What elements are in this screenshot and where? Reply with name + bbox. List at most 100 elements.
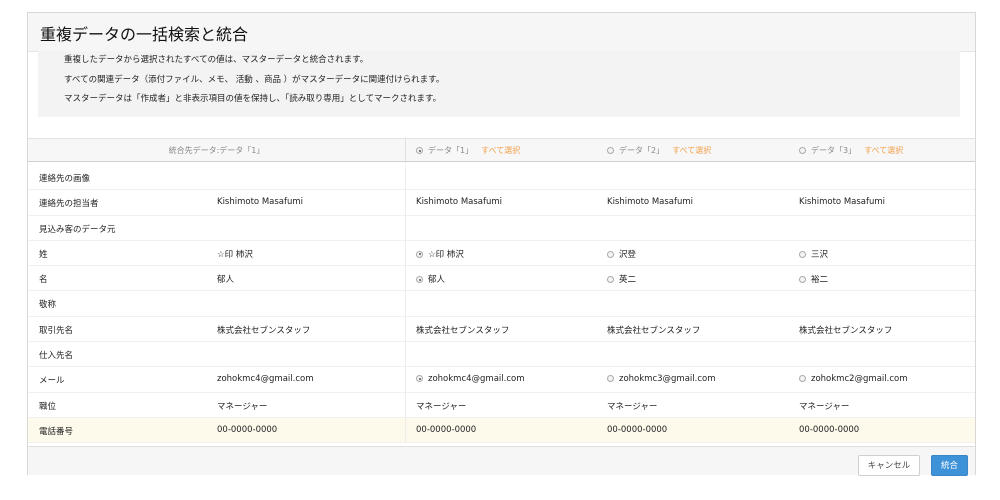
- column-divider: [405, 392, 406, 417]
- field-label: 連絡先の画像: [39, 174, 91, 184]
- merged-column-header: 統合先データ:データ「1」: [168, 146, 265, 155]
- cancel-button[interactable]: キャンセル: [858, 455, 920, 476]
- value-radio[interactable]: [416, 276, 423, 284]
- column-divider: [405, 342, 406, 367]
- record-2-radio[interactable]: [607, 147, 614, 154]
- record-1-label: データ「1」: [428, 146, 474, 155]
- column-divider: [405, 190, 406, 215]
- record-3-header: データ「3」 すべて選択: [799, 145, 903, 156]
- field-row: 連絡先の担当者 Kishimoto Masafumi Kishimoto Masaf…: [28, 190, 975, 216]
- record-2-value[interactable]: zohokmc3@gmail.com: [607, 374, 716, 384]
- value-radio[interactable]: [799, 250, 806, 258]
- field-label: 見込み客のデータ元: [39, 224, 116, 235]
- record-2-value: 00-0000-0000: [607, 425, 667, 435]
- record-3-value[interactable]: zohokmc2@gmail.com: [799, 374, 908, 384]
- record-1-value[interactable]: zohokmc4@gmail.com: [416, 374, 525, 384]
- record-1-value[interactable]: 郁人: [416, 273, 445, 285]
- value-radio[interactable]: [416, 375, 423, 383]
- record-3-value: マネージャー: [799, 400, 849, 412]
- value-text: 00-0000-0000: [799, 424, 860, 435]
- field-row: 姓 ☆印 柿沢 ☆印 柿沢 沢登 三沢: [28, 240, 975, 267]
- merge-notice-box: 重複したデータから選択されたすべての値は、マスターデータと統合されます。 すべて…: [38, 51, 960, 117]
- field-label: 姓: [39, 249, 48, 260]
- value-text: 株式会社セブンスタッフ: [416, 325, 510, 336]
- value-text: マネージャー: [607, 401, 658, 412]
- select-all-record-3-link[interactable]: すべて選択: [864, 146, 903, 155]
- column-divider: [405, 139, 406, 163]
- value-radio[interactable]: [607, 250, 614, 258]
- value-text: 株式会社セブンスタッフ: [607, 325, 701, 336]
- notice-line: マスターデータは「作成者」と非表示項目の値を保持し、「読み取り専用」としてマーク…: [64, 94, 442, 104]
- field-label: 職位: [39, 401, 57, 412]
- value-text: 郁人: [428, 275, 446, 286]
- merged-value: 00-0000-0000: [217, 424, 278, 435]
- value-text: zohokmc3@gmail.com: [619, 374, 716, 385]
- column-divider: [405, 291, 406, 316]
- value-text: 00-0000-0000: [416, 424, 477, 435]
- record-3-value: Kishimoto Masafumi: [799, 197, 885, 207]
- record-2-header: データ「2」 すべて選択: [607, 145, 711, 156]
- value-text: Kishimoto Masafumi: [607, 197, 694, 208]
- value-text: ☆印 柿沢: [428, 249, 464, 260]
- select-all-record-2-link[interactable]: すべて選択: [672, 146, 711, 155]
- merged-value: ☆印 柿沢: [217, 249, 253, 260]
- record-3-value[interactable]: 裕二: [799, 273, 828, 285]
- value-text: zohokmc4@gmail.com: [428, 374, 525, 385]
- record-3-value[interactable]: 三沢: [799, 248, 828, 260]
- field-row: 名 郁人 郁人 英二 裕二: [28, 266, 975, 292]
- field-label: 電話番号: [39, 426, 74, 437]
- value-text: Kishimoto Masafumi: [799, 197, 886, 208]
- record-1-value: Kishimoto Masafumi: [416, 197, 502, 207]
- record-3-radio[interactable]: [799, 147, 806, 154]
- column-divider: [405, 417, 406, 443]
- notice-line: すべての関連データ（添付ファイル、メモ、 活動 、商品 ）がマスターデータに関連…: [64, 75, 445, 85]
- column-divider: [405, 215, 406, 240]
- field-row: 電話番号 00-0000-0000 00-0000-0000 00-0000-0000…: [28, 417, 975, 444]
- column-divider: [405, 240, 406, 266]
- value-radio[interactable]: [607, 276, 614, 284]
- select-all-record-1-link[interactable]: すべて選択: [481, 146, 520, 155]
- dialog-title: 重複データの一括検索と統合: [40, 25, 249, 44]
- field-rows: 連絡先の画像連絡先の担当者 Kishimoto Masafumi Kishimoto…: [28, 165, 975, 444]
- value-text: zohokmc2@gmail.com: [811, 374, 908, 385]
- record-2-value: 株式会社セブンスタッフ: [607, 324, 700, 336]
- record-1-radio[interactable]: [416, 147, 423, 154]
- value-radio[interactable]: [416, 250, 423, 258]
- column-divider: [405, 316, 406, 342]
- merge-button[interactable]: 統合: [931, 455, 968, 476]
- record-1-value: 00-0000-0000: [416, 425, 476, 435]
- record-1-value: 株式会社セブンスタッフ: [416, 324, 509, 336]
- field-row: 仕入先名: [28, 342, 975, 368]
- field-label: 取引先名: [39, 325, 74, 336]
- record-2-label: データ「2」: [619, 146, 665, 155]
- merge-duplicates-dialog: 重複データの一括検索と統合 重複したデータから選択されたすべての値は、マスターデ…: [27, 12, 976, 476]
- record-2-value: マネージャー: [607, 400, 657, 412]
- merged-value: zohokmc4@gmail.com: [217, 374, 314, 385]
- record-3-value: 株式会社セブンスタッフ: [799, 324, 892, 336]
- field-row: 見込み客のデータ元: [28, 215, 975, 241]
- value-text: マネージャー: [799, 401, 850, 412]
- record-2-value[interactable]: 沢登: [607, 248, 636, 260]
- notice-line: 重複したデータから選択されたすべての値は、マスターデータと統合されます。: [64, 55, 369, 65]
- column-divider: [405, 266, 406, 291]
- column-header-row: 統合先データ:データ「1」 データ「1」 すべて選択 データ「2」 すべて選択 デー…: [28, 138, 975, 163]
- merged-value: Kishimoto Masafumi: [217, 197, 304, 208]
- value-radio[interactable]: [607, 375, 614, 383]
- field-row: 連絡先の画像: [28, 165, 975, 191]
- value-text: Kishimoto Masafumi: [416, 197, 503, 208]
- field-row: メール zohokmc4@gmail.com zohokmc4@gmail.com z…: [28, 367, 975, 393]
- column-divider: [405, 367, 406, 392]
- merged-value: 株式会社セブンスタッフ: [217, 325, 311, 336]
- column-divider: [405, 165, 406, 190]
- merged-value: 郁人: [217, 275, 235, 286]
- field-row: 取引先名 株式会社セブンスタッフ 株式会社セブンスタッフ 株式会社セブンスタッフ 株式会…: [28, 316, 975, 343]
- record-2-value: Kishimoto Masafumi: [607, 197, 693, 207]
- value-radio[interactable]: [799, 375, 806, 383]
- record-1-value[interactable]: ☆印 柿沢: [416, 248, 464, 260]
- field-label: 仕入先名: [39, 351, 74, 362]
- field-row: 職位 マネージャー マネージャー マネージャー マネージャー: [28, 392, 975, 418]
- record-3-label: データ「3」: [811, 146, 857, 155]
- field-label: 敬称: [39, 300, 57, 311]
- value-radio[interactable]: [799, 276, 806, 284]
- record-2-value[interactable]: 英二: [607, 273, 636, 285]
